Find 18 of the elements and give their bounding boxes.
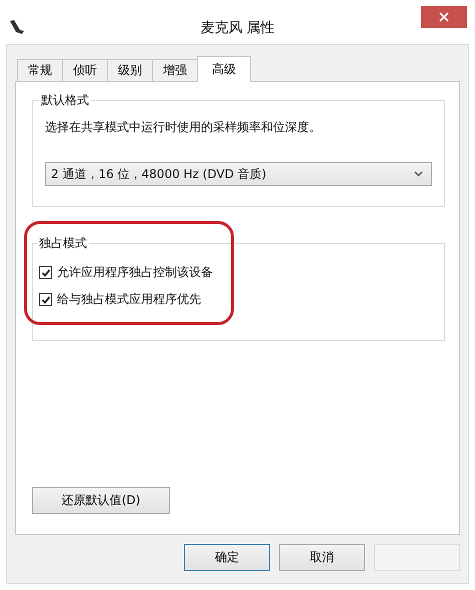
checkbox-option[interactable]: 给与独占模式应用程序优先 bbox=[39, 291, 436, 308]
group-title: 独占模式 bbox=[38, 235, 88, 252]
format-dropdown[interactable]: 2 通道，16 位，48000 Hz (DVD 音质) bbox=[45, 162, 432, 186]
tab[interactable]: 高级 bbox=[197, 56, 251, 82]
checkbox[interactable] bbox=[39, 266, 52, 279]
close-icon bbox=[439, 12, 449, 22]
description-text: 选择在共享模式中运行时使用的采样频率和位深度。 bbox=[45, 119, 322, 136]
restore-defaults-button[interactable]: 还原默认值(D) bbox=[32, 487, 170, 514]
group-title: 默认格式 bbox=[40, 92, 90, 109]
microphone-icon bbox=[8, 18, 26, 36]
checkbox[interactable] bbox=[39, 293, 52, 306]
checkbox-option[interactable]: 允许应用程序独占控制该设备 bbox=[39, 264, 436, 281]
cancel-button[interactable]: 取消 bbox=[279, 544, 365, 571]
tab[interactable]: 常规 bbox=[17, 59, 63, 81]
chevron-down-icon bbox=[414, 171, 423, 177]
ok-button[interactable]: 确定 bbox=[184, 544, 270, 571]
close-button[interactable] bbox=[421, 6, 467, 28]
window-title: 麦克风 属性 bbox=[200, 19, 275, 37]
